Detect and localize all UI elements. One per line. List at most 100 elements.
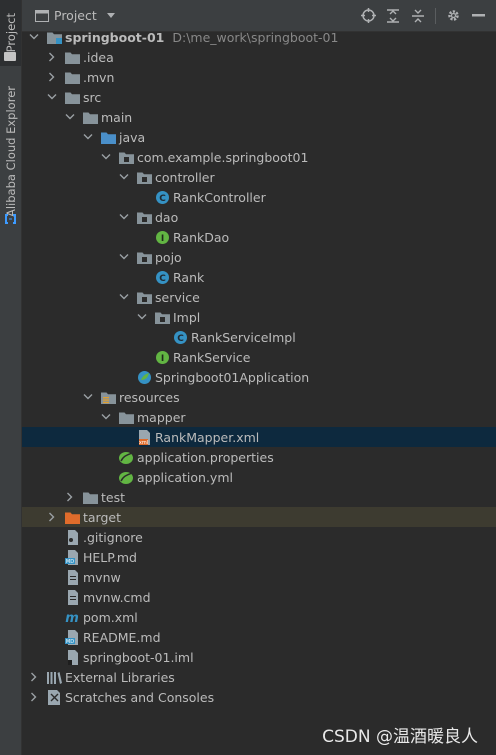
class-icon: C [154,189,170,205]
tree-row-label: mvnw.cmd [83,589,151,605]
tree-row[interactable]: C RankServiceImpl [22,327,496,347]
package-icon [118,149,134,165]
folder-icon [64,89,80,105]
package-icon [136,209,152,225]
chevron-right-icon[interactable] [28,671,40,683]
svg-text:MD: MD [65,559,73,565]
tree-row[interactable]: main [22,107,496,127]
tree-row[interactable]: MD HELP.md [22,547,496,567]
chevron-right-icon[interactable] [28,691,40,703]
tree-row[interactable]: C RankController [22,187,496,207]
chevron-down-icon[interactable] [103,8,119,24]
hide-icon[interactable] [470,8,486,24]
expand-all-icon[interactable] [385,8,401,24]
tree-row[interactable]: .idea [22,47,496,67]
chevron-right-icon[interactable] [46,51,58,63]
locate-icon[interactable] [360,8,376,24]
tree-row[interactable]: application.properties [22,447,496,467]
chevron-down-icon[interactable] [136,311,148,323]
folder-icon [118,409,134,425]
chevron-down-icon[interactable] [118,211,130,223]
chevron-down-icon[interactable] [118,251,130,263]
tree-row[interactable]: Springboot01Application [22,367,496,387]
markdown-icon: MD [64,549,80,565]
chevron-down-icon[interactable] [118,171,130,183]
tree-row[interactable]: mvnw [22,567,496,587]
tree-row[interactable]: mvnw.cmd [22,587,496,607]
svg-text:C: C [159,274,166,284]
resources-folder-icon [100,389,116,405]
tree-row[interactable]: External Libraries [22,667,496,687]
folder-icon [82,109,98,125]
tree-row[interactable]: target [22,507,496,527]
chevron-right-icon[interactable] [46,511,58,523]
tree-row[interactable]: xml RankMapper.xml [22,427,496,447]
chevron-down-icon[interactable] [118,291,130,303]
chevron-down-icon[interactable] [46,91,58,103]
source-folder-icon [100,129,116,145]
tree-row-label: RankDao [173,229,230,245]
tree-row-label: application.yml [137,469,233,485]
text-file-icon [64,589,80,605]
module-folder-icon [46,29,62,45]
tree-row[interactable]: com.example.springboot01 [22,147,496,167]
tree-row-label: resources [119,389,180,405]
chevron-right-icon[interactable] [64,491,76,503]
tree-row-label: Impl [173,309,201,325]
project-path: D:\me_work\springboot-01 [172,29,339,45]
tree-row[interactable]: C Rank [22,267,496,287]
text-file-icon [64,569,80,585]
tree-row[interactable]: Scratches and Consoles [22,687,496,707]
watermark: CSDN @温酒暖良人 [322,727,478,747]
tree-row-label: mapper [137,409,186,425]
tree-row[interactable]: springboot-01 D:\me_work\springboot-01 [22,27,496,47]
collapse-all-icon[interactable] [410,8,426,24]
panel-title[interactable]: Project [54,8,97,23]
tree-row[interactable]: I RankDao [22,227,496,247]
excluded-folder-icon [64,509,80,525]
tree-row[interactable]: m pom.xml [22,607,496,627]
tree-row-label: target [83,509,122,525]
tree-row-label: com.example.springboot01 [137,149,309,165]
tree-row[interactable]: src [22,87,496,107]
markdown-icon: MD [64,629,80,645]
tree-row[interactable]: springboot-01.iml [22,647,496,667]
tree-row[interactable]: .mvn [22,67,496,87]
chevron-right-icon[interactable] [46,71,58,83]
chevron-down-icon[interactable] [64,111,76,123]
spring-config-icon [118,469,134,485]
tree-row[interactable]: controller [22,167,496,187]
tree-row[interactable]: java [22,127,496,147]
tree-row-label: src [83,89,102,105]
alibaba-cloud-icon [4,213,17,225]
tree-row[interactable]: test [22,487,496,507]
chevron-down-icon[interactable] [100,151,112,163]
tree-row[interactable]: application.yml [22,467,496,487]
chevron-down-icon[interactable] [28,31,40,43]
alibaba-cloud-explorer-tab[interactable]: Alibaba Cloud Explorer [0,86,21,217]
tree-row[interactable]: MD README.md [22,627,496,647]
tree-row[interactable]: .gitignore [22,527,496,547]
tree-row-label: Rank [173,269,205,285]
chevron-down-icon[interactable] [100,411,112,423]
tree-row[interactable]: resources [22,387,496,407]
tree-row-label: Springboot01Application [155,369,310,385]
tree-row[interactable]: Impl [22,307,496,327]
chevron-down-icon[interactable] [82,391,94,403]
tree-row-label: RankMapper.xml [155,429,260,445]
tree-row-label: Scratches and Consoles [65,689,215,705]
tree-row-label: .idea [83,49,114,65]
spring-class-icon [136,369,152,385]
tree-row[interactable]: dao [22,207,496,227]
tree-row[interactable]: pojo [22,247,496,267]
tree-row[interactable]: mapper [22,407,496,427]
chevron-down-icon[interactable] [82,131,94,143]
gear-icon[interactable] [445,8,461,24]
tree-row-label: RankController [173,189,266,205]
iml-icon [64,649,80,665]
tool-window-strip: Project Alibaba Cloud Explorer [0,0,22,755]
tree-row[interactable]: service [22,287,496,307]
scratches-icon [46,689,62,705]
svg-text:xml: xml [138,440,147,445]
tree-row[interactable]: I RankService [22,347,496,367]
